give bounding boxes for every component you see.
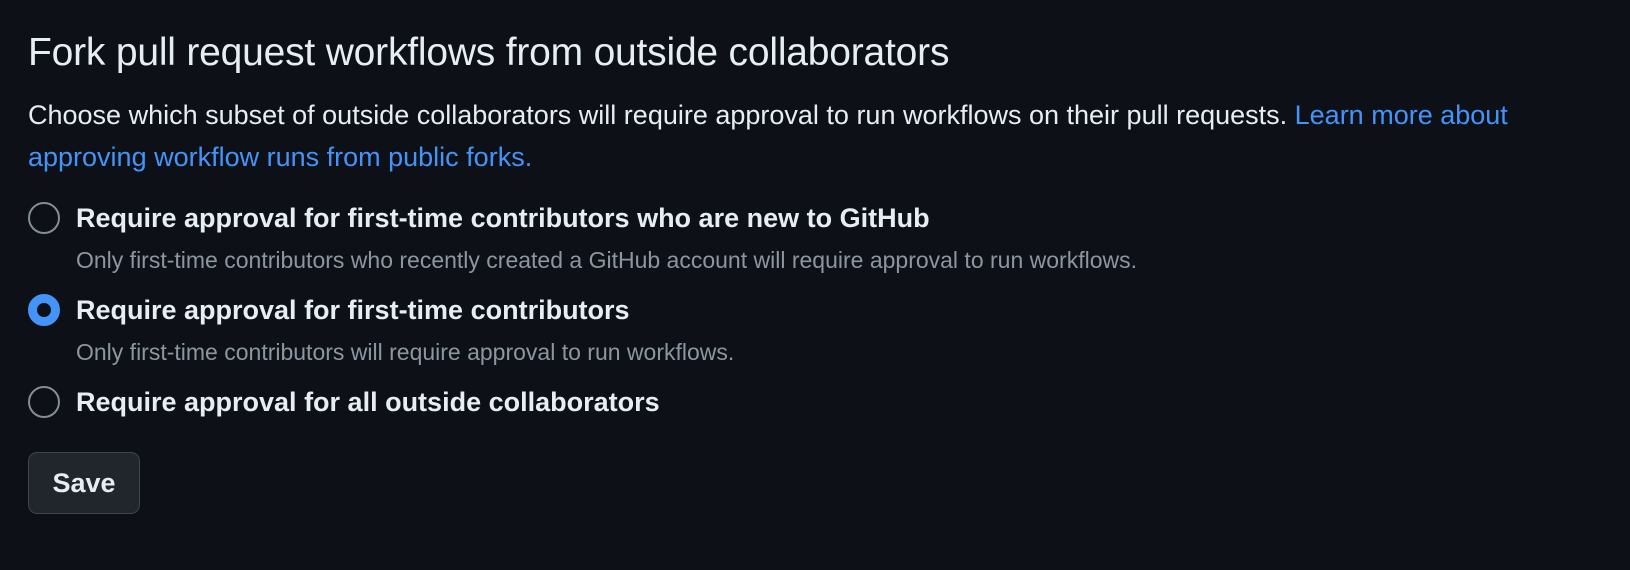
section-description: Choose which subset of outside collabora… <box>28 94 1598 178</box>
option-first-time-contributors-row[interactable]: Require approval for first-time contribu… <box>28 290 1602 330</box>
approval-options: Require approval for first-time contribu… <box>28 198 1602 422</box>
option-all-outside-collaborators-row[interactable]: Require approval for all outside collabo… <box>28 382 1602 422</box>
option-first-time-contributors: Require approval for first-time contribu… <box>28 290 1602 370</box>
option-new-to-github: Require approval for first-time contribu… <box>28 198 1602 278</box>
option-first-time-contributors-label[interactable]: Require approval for first-time contribu… <box>76 290 630 330</box>
radio-all-outside-collaborators[interactable] <box>28 386 60 418</box>
option-all-outside-collaborators: Require approval for all outside collabo… <box>28 382 1602 422</box>
radio-new-to-github[interactable] <box>28 202 60 234</box>
save-button[interactable]: Save <box>28 452 140 514</box>
option-all-outside-collaborators-label[interactable]: Require approval for all outside collabo… <box>76 382 660 422</box>
section-title: Fork pull request workflows from outside… <box>28 31 950 74</box>
description-text: Choose which subset of outside collabora… <box>28 100 1295 130</box>
option-new-to-github-hint: Only first-time contributors who recentl… <box>76 247 1137 273</box>
option-new-to-github-row[interactable]: Require approval for first-time contribu… <box>28 198 1602 238</box>
option-new-to-github-label[interactable]: Require approval for first-time contribu… <box>76 198 930 238</box>
radio-first-time-contributors[interactable] <box>28 294 60 326</box>
settings-section: Fork pull request workflows from outside… <box>0 0 1630 570</box>
option-first-time-contributors-hint: Only first-time contributors will requir… <box>76 339 735 365</box>
